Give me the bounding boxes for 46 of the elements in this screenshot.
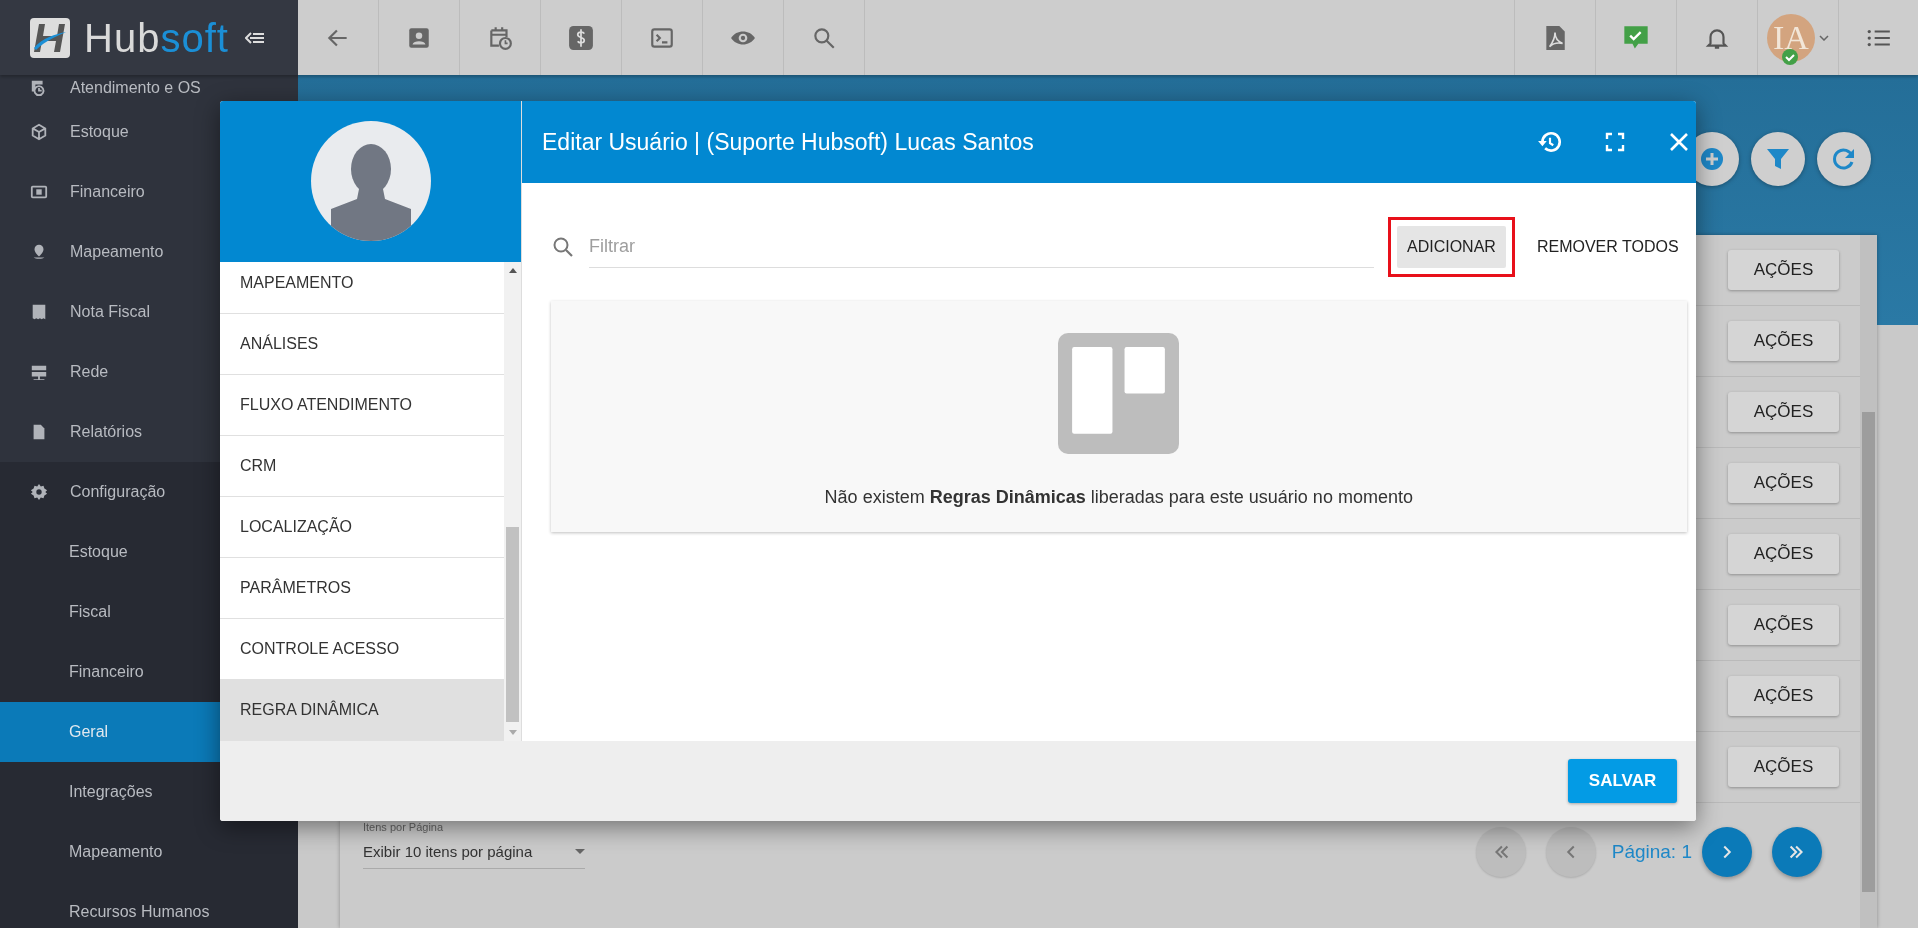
search-icon — [551, 235, 575, 259]
sidebar-item[interactable]: Estoque — [0, 102, 298, 162]
sidebar-item[interactable]: Financeiro — [0, 162, 298, 222]
sidebar-icon — [30, 483, 48, 501]
logo-text: Hubsoft — [84, 17, 229, 58]
history-icon[interactable] — [1536, 129, 1563, 155]
sidebar-subitem[interactable]: Recursos Humanos — [0, 882, 298, 928]
actions-button[interactable]: AÇÕES — [1728, 392, 1839, 432]
online-check-icon — [1782, 49, 1798, 65]
empty-message: Não existem Regras Dinâmicas liberadas para este usuário no momento — [824, 487, 1413, 508]
actions-button[interactable]: AÇÕES — [1728, 534, 1839, 574]
dollar-icon[interactable] — [568, 24, 594, 51]
dialog-menu-item[interactable]: REGRA DINÂMICA — [220, 680, 504, 741]
chevron-down-icon[interactable] — [1819, 34, 1829, 41]
scroll-down-icon[interactable] — [508, 730, 517, 735]
collapse-icon[interactable] — [244, 30, 265, 45]
sidebar-subitem[interactable]: Mapeamento — [0, 822, 298, 882]
scroll-up-icon[interactable] — [508, 268, 517, 273]
refresh-icon[interactable] — [1817, 132, 1871, 186]
filter-icon[interactable] — [1751, 132, 1805, 186]
sidebar-icon — [30, 303, 48, 321]
scrollbar[interactable] — [504, 262, 521, 741]
board-icon — [1058, 333, 1180, 454]
actions-button[interactable]: AÇÕES — [1728, 676, 1839, 716]
scrollbar[interactable] — [1860, 235, 1877, 928]
last-page-button[interactable] — [1772, 827, 1822, 877]
filter-field[interactable]: Filtrar — [589, 226, 1374, 268]
remove-all-button[interactable]: REMOVER TODOS — [1528, 238, 1687, 256]
sidebar-icon — [30, 183, 48, 201]
sidebar-icon — [30, 123, 48, 141]
actions-button[interactable]: AÇÕES — [1728, 250, 1839, 290]
logo-icon — [30, 17, 70, 58]
items-per-page-select[interactable]: Exibir 10 itens por página — [363, 839, 585, 869]
calendar-clock-icon[interactable] — [487, 24, 513, 51]
actions-button[interactable]: AÇÕES — [1728, 605, 1839, 645]
sidebar-icon — [30, 363, 48, 381]
sidebar-item[interactable]: Atendimento e OS — [0, 75, 298, 102]
actions-button[interactable]: AÇÕES — [1728, 747, 1839, 787]
page-number: Página: 1 — [1611, 841, 1692, 863]
next-page-button[interactable] — [1702, 827, 1752, 877]
actions-button[interactable]: AÇÕES — [1728, 463, 1839, 503]
field-label: Itens por Página — [363, 821, 445, 833]
dropdown-caret-icon — [575, 849, 585, 854]
dialog-title: Editar Usuário | (Suporte Hubsoft) Lucas Santos — [542, 128, 1035, 156]
actions-button[interactable]: AÇÕES — [1728, 321, 1839, 361]
add-button[interactable]: ADICIONAR — [1397, 226, 1506, 268]
